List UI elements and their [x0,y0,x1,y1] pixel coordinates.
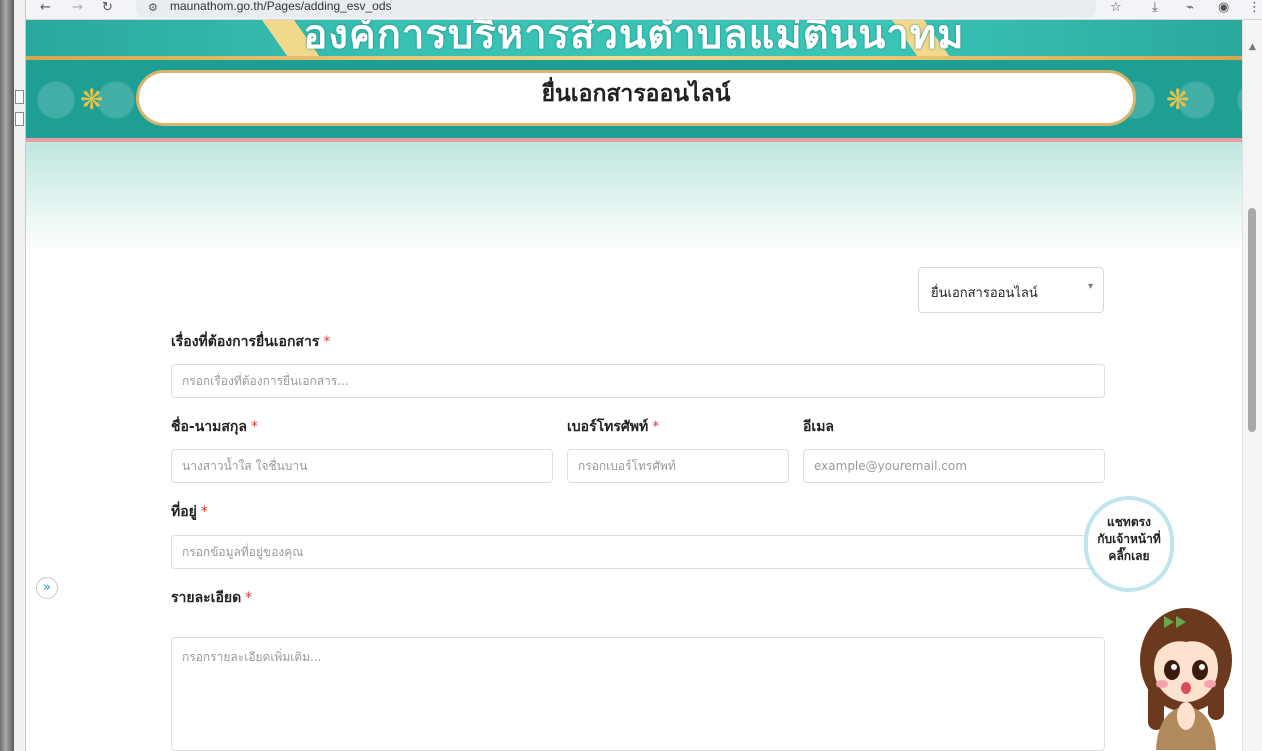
chat-mascot-girl-icon[interactable] [1134,590,1238,750]
scrollbar-thumb[interactable] [1248,208,1256,432]
side-panel-toggle-button[interactable]: » [36,577,58,599]
email-input[interactable] [803,449,1105,483]
detail-textarea[interactable] [171,637,1105,751]
window-snap-icon[interactable] [15,112,24,126]
left-window-edge [14,0,26,751]
detail-label-text: รายละเอียด [171,590,242,606]
address-bar[interactable]: ⚙ maunathom.go.th/Pages/adding_esv_ods [136,0,1096,18]
phone-input[interactable] [567,449,789,483]
email-label-text: อีเมล [803,419,835,435]
required-mark: * [245,590,253,606]
flower-ornament-icon: ❋ [80,83,104,116]
flower-ornament-icon: ❋ [1166,83,1190,116]
subject-input[interactable] [171,364,1105,398]
forward-icon[interactable]: → [72,0,83,16]
url-text[interactable]: maunathom.go.th/Pages/adding_esv_ods [170,0,392,13]
subject-label: เรื่องที่ต้องการยื่นเอกสาร * [171,331,330,353]
required-mark: * [652,419,660,435]
reload-icon[interactable]: ↻ [102,0,113,16]
phone-label: เบอร์โทรศัพท์ * [567,416,659,438]
chat-with-staff-bubble[interactable]: แชทตรง กับเจ้าหน้าที่ คลิ๊กเลย [1084,496,1174,592]
subject-label-text: เรื่องที่ต้องการยื่นเอกสาร [171,334,320,350]
download-icon[interactable]: ⤓ [1152,0,1158,16]
desktop-wallpaper-strip [0,0,14,751]
chat-line-2: กับเจ้าหน้าที่ [1097,532,1161,546]
email-label: อีเมล [803,416,834,438]
address-label: ที่อยู่ * [171,501,208,523]
address-label-text: ที่อยู่ [171,504,197,520]
bookmark-star-icon[interactable]: ☆ [1110,0,1122,16]
fullname-input[interactable] [171,449,553,483]
menu-kebab-icon[interactable]: ⋮ [1248,0,1261,16]
site-header-banner: องค์การบริหารส่วนตำบลแม่ตื่นนาทม [26,20,1242,60]
required-mark: * [323,334,331,350]
address-input[interactable] [171,535,1105,569]
phone-label-text: เบอร์โทรศัพท์ [567,419,649,435]
required-mark: * [200,504,208,520]
profile-icon[interactable]: ◉ [1218,0,1229,16]
back-icon[interactable]: ← [40,0,51,16]
window-snap-icon[interactable] [15,90,24,104]
required-mark: * [250,419,258,435]
fullname-label-text: ชื่อ-นามสกุล [171,419,247,435]
page-title-banner: ❋ ❋ ยื่นเอกสารออนไลน์ [26,60,1242,142]
page-viewport: องค์การบริหารส่วนตำบลแม่ตื่นนาทม ❋ ❋ ยื่… [26,20,1242,751]
fullname-label: ชื่อ-นามสกุล * [171,416,258,438]
site-info-icon[interactable]: ⚙ [148,1,158,14]
chat-line-1: แชทตรง [1107,515,1151,529]
document-type-select[interactable]: ยื่นเอกสารออนไลน์ ▾ [918,267,1104,313]
detail-label: รายละเอียด * [171,587,252,609]
document-type-value: ยื่นเอกสารออนไลน์ [931,286,1038,301]
page-scrollbar[interactable]: ▲ [1242,20,1262,751]
header-fade [26,142,1242,252]
chevron-down-icon: ▾ [1087,281,1093,292]
screen: ← → ↻ ⚙ maunathom.go.th/Pages/adding_esv… [0,0,1262,751]
extensions-icon[interactable]: ⌁ [1186,0,1194,16]
browser-toolbar: ← → ↻ ⚙ maunathom.go.th/Pages/adding_esv… [26,0,1262,20]
scroll-up-arrow-icon[interactable]: ▲ [1249,42,1256,52]
organization-name: องค์การบริหารส่วนตำบลแม่ตื่นนาทม [303,20,965,58]
chat-line-3: คลิ๊กเลย [1108,549,1150,563]
page-title: ยื่นเอกสารออนไลน์ [541,81,731,107]
